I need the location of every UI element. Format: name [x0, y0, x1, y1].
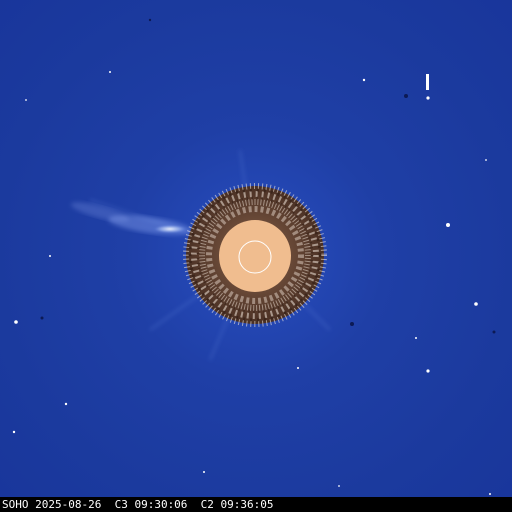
saturated-star [426, 74, 429, 90]
occulter-disk [219, 220, 291, 292]
timestamp-text: SOHO 2025-08-26 C3 09:30:06 C2 09:36:05 [2, 498, 274, 511]
timestamp-bar: SOHO 2025-08-26 C3 09:30:06 C2 09:36:05 [0, 497, 512, 512]
comet [70, 202, 192, 235]
coronagraph-image: SOHO 2025-08-26 C3 09:30:06 C2 09:36:05 [0, 0, 512, 512]
sky-overlay [12, 18, 496, 495]
